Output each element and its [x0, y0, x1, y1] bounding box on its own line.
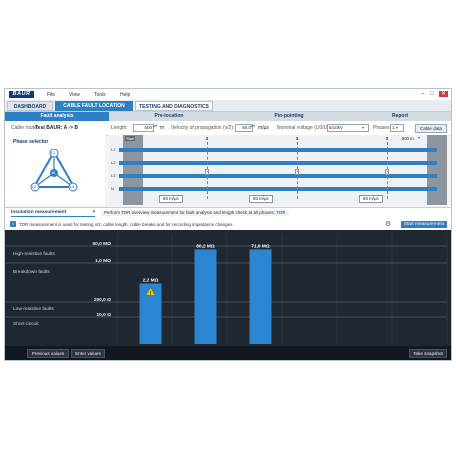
- velocity-stepper-icon[interactable]: ▴▾: [251, 123, 255, 128]
- tdr-info-text: TDR measurement is used for testing v/2,…: [19, 222, 234, 227]
- bar-value-label: 80,2 MΩ: [196, 243, 215, 249]
- line-l2-label: L2: [111, 160, 116, 165]
- phase-selector-title: Phase selector: [13, 139, 49, 145]
- step-pre-location[interactable]: Pre-location: [109, 112, 229, 121]
- bar-value-label: 2,2 MΩ: [143, 278, 159, 284]
- measurement-mode-select[interactable]: Insulation measurement ▾: [11, 210, 95, 217]
- start-measurement-button[interactable]: Start measurement: [401, 221, 447, 228]
- segment-2-speed[interactable]: 80 m/µs: [249, 195, 273, 203]
- tab-cable-fault-location[interactable]: CABLE FAULT LOCATION: [55, 101, 133, 111]
- gear-icon[interactable]: ⚙: [385, 220, 391, 228]
- workflow-steps: Fault analysis Pre-location Pin-pointing…: [5, 112, 451, 121]
- y-tick-label: 1,0 MΩ: [95, 258, 111, 264]
- chart-svg: 50,0 MΩ 1,0 MΩ 200,0 Ω 10,0 Ω High-resistive…: [5, 234, 448, 354]
- info-icon: i: [10, 221, 16, 227]
- minimize-icon[interactable]: –: [421, 91, 424, 97]
- voltage-chevron-down-icon[interactable]: ▾: [362, 125, 364, 130]
- chevron-down-icon[interactable]: ▾: [93, 210, 95, 216]
- cable-end-marker-icon: ▾: [418, 135, 421, 140]
- resistance-bar[interactable]: [194, 249, 217, 344]
- cable-start-label: Start: [125, 136, 136, 141]
- zone-label: High-resistive faults: [13, 251, 55, 257]
- segment-divider: [387, 137, 389, 199]
- cable-line-l1[interactable]: [119, 148, 437, 152]
- insulation-resistance-chart: 50,0 MΩ 1,0 MΩ 200,0 Ω 10,0 Ω High-resistive…: [5, 230, 451, 360]
- segment-joint-icon[interactable]: +: [295, 169, 300, 175]
- application-window: BAUR File View Tools Help – □ ✕ DASHBOAR…: [4, 88, 452, 361]
- measurement-mode-label: Insulation measurement: [11, 210, 67, 215]
- measurement-info: i TDR measurement is used for testing v/…: [5, 218, 451, 230]
- cable-data-button[interactable]: Cable data: [415, 124, 447, 133]
- line-l1-label: L1: [111, 147, 116, 152]
- y-tick-label: 10,0 Ω: [96, 312, 111, 318]
- segment-1-speed[interactable]: 80 m/µs: [159, 195, 183, 203]
- perform-tdr-text: Perform TDR overview measurement for fau…: [104, 210, 275, 215]
- tab-dashboard[interactable]: DASHBOARD: [7, 101, 53, 111]
- enter-values-button[interactable]: Enter values: [71, 349, 105, 358]
- menu-help[interactable]: Help: [120, 92, 130, 98]
- y-tick-label: 50,0 MΩ: [92, 241, 111, 247]
- phases-label: Phases:: [373, 125, 392, 131]
- cable-line-n[interactable]: [119, 187, 437, 191]
- node-l1-label[interactable]: L1: [51, 151, 55, 155]
- main-tabs: DASHBOARD CABLE FAULT LOCATION TESTING A…: [5, 100, 451, 112]
- zone-label: Short-circuit: [13, 321, 39, 327]
- voltage-label: Nominal voltage (U0/U):: [277, 125, 331, 131]
- resistance-bar[interactable]: [249, 249, 272, 344]
- line-n-label: N: [111, 186, 114, 191]
- tab-testing-and-diagnostics[interactable]: TESTING AND DIAGNOSTICS: [135, 101, 213, 111]
- velocity-unit: m/µs: [258, 125, 269, 131]
- line-l3-label: L3: [111, 173, 116, 178]
- step-report[interactable]: Report: [349, 112, 451, 121]
- segment-handle-icon[interactable]: ⇕: [295, 136, 298, 141]
- cable-route-value: Test BAUR: A -> B: [35, 125, 79, 131]
- cable-start-terminal: [123, 135, 143, 205]
- y-tick-label: 200,0 Ω: [94, 297, 111, 303]
- take-snapshot-button[interactable]: Take snapshot: [409, 349, 447, 358]
- step-fault-analysis[interactable]: Fault analysis: [5, 112, 109, 121]
- length-stepper-icon[interactable]: ▴▾: [153, 123, 157, 128]
- zone-label: Breakdown faults: [13, 269, 50, 275]
- zone-label: Low-resistive faults: [13, 306, 54, 312]
- perform-tdr-hint[interactable]: Perform TDR overview measurement for fau…: [101, 210, 289, 216]
- menu-file[interactable]: File: [47, 92, 55, 98]
- step-pin-pointing[interactable]: Pin-pointing: [229, 112, 349, 121]
- velocity-label: Velocity of propagation (v/2):: [171, 125, 235, 131]
- length-label: Length:: [111, 125, 128, 131]
- segment-3-speed[interactable]: 80 m/µs: [359, 195, 383, 203]
- cable-end-terminal: [427, 135, 447, 205]
- cable-overview: Start 500 m ▾ L1 L2 L3 N ⇕ ⇕ ⇕ + + + 80 …: [109, 135, 447, 205]
- bar-value-label: 71,9 MΩ: [251, 243, 270, 249]
- segment-divider: [207, 137, 209, 199]
- segment-handle-icon[interactable]: ⇕: [385, 136, 388, 141]
- menu-tools[interactable]: Tools: [94, 92, 106, 98]
- previous-values-button[interactable]: Previous values: [27, 349, 69, 358]
- maximize-icon[interactable]: □: [430, 91, 434, 97]
- cable-end-label: 500 m: [402, 136, 414, 141]
- phases-chevron-down-icon[interactable]: ▾: [396, 125, 398, 130]
- baur-logo: BAUR: [9, 91, 34, 98]
- length-unit: m: [160, 125, 165, 131]
- node-n-label[interactable]: N: [52, 171, 55, 175]
- node-l3-label[interactable]: L3: [70, 185, 74, 189]
- node-l2-label[interactable]: L2: [32, 185, 36, 189]
- cable-line-l2[interactable]: [119, 161, 437, 165]
- segment-handle-icon[interactable]: ⇕: [205, 136, 208, 141]
- close-icon[interactable]: ✕: [439, 91, 449, 97]
- phase-selector-panel: Phase selector L1 L2 L3 N: [5, 135, 105, 205]
- segment-joint-icon[interactable]: +: [385, 169, 390, 175]
- cable-parameters: Cable route: Test BAUR: A -> B Length: 5…: [5, 121, 451, 136]
- tdr-link[interactable]: TDR: [276, 210, 285, 215]
- length-input[interactable]: 500: [133, 124, 154, 132]
- menu-view[interactable]: View: [69, 92, 80, 98]
- segment-divider: [297, 137, 299, 199]
- segment-joint-icon[interactable]: +: [205, 169, 210, 175]
